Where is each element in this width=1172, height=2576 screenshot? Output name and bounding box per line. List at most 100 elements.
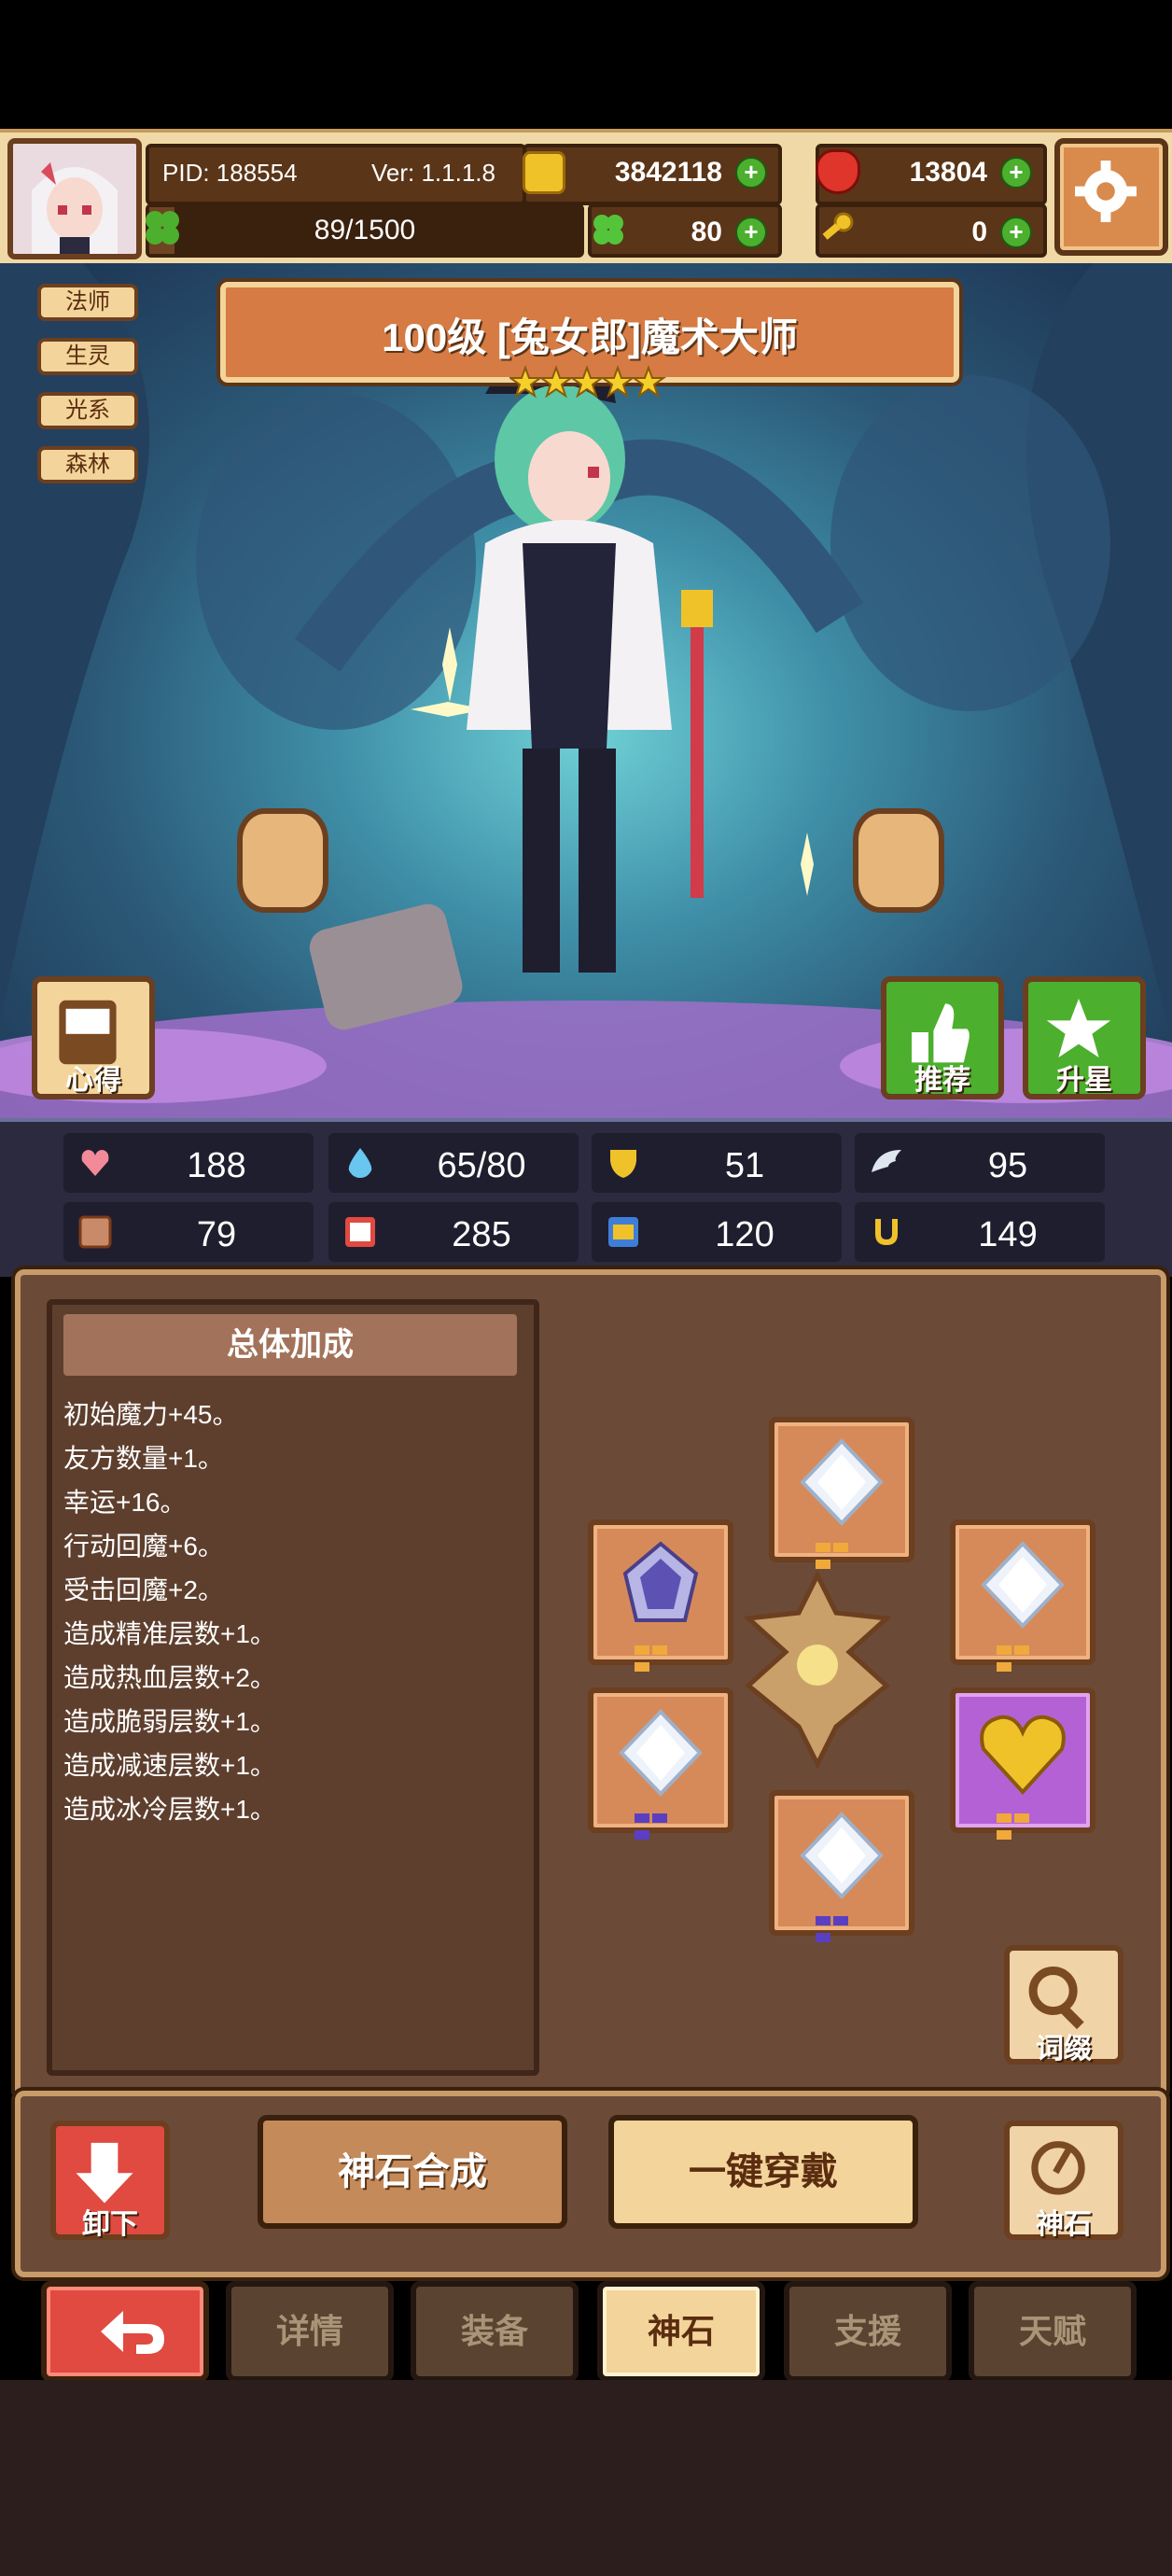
ruby-gem-icon <box>816 149 860 194</box>
tab-divine-stone[interactable]: 神石 <box>597 2281 765 2382</box>
tab-equipment[interactable]: 装备 <box>411 2281 579 2382</box>
version-label: Ver: 1.1.1.8 <box>371 159 495 187</box>
bonus-line: 受击回魔+2。 <box>63 1575 224 1604</box>
amethyst-gem-icon <box>622 1541 699 1622</box>
stat-value: 188 <box>187 1146 246 1185</box>
star-icon <box>509 365 544 399</box>
tab-details[interactable]: 详情 <box>226 2281 394 2382</box>
gem-slot-top[interactable] <box>769 1417 914 1569</box>
key-counter: 0 + <box>816 203 1047 258</box>
add-key-button[interactable]: + <box>1000 217 1032 248</box>
synthesize-button[interactable]: 神石合成 <box>258 2115 567 2229</box>
gold-coin-icon <box>523 151 565 194</box>
gem-value: 13804 <box>909 157 987 188</box>
gem-slot-lower-right[interactable] <box>950 1687 1095 1840</box>
horseshoe-icon <box>875 1219 898 1245</box>
stat-value: 120 <box>715 1215 774 1254</box>
experience-bar: 89/1500 <box>146 203 584 258</box>
stat-strength: 79 <box>63 1202 314 1262</box>
divine-stone-button[interactable]: 神石 <box>1004 2121 1123 2240</box>
player-id: PID: 188554 <box>162 159 298 187</box>
experience-text: 89/1500 <box>314 215 416 245</box>
unequip-button[interactable]: 卸下 <box>50 2121 170 2240</box>
star-icon <box>599 365 636 399</box>
player-avatar[interactable] <box>7 138 142 259</box>
add-gold-button[interactable]: + <box>735 157 767 189</box>
stat-value: 285 <box>452 1215 511 1254</box>
bottom-background <box>0 2380 1172 2576</box>
tag-race: 生灵 <box>37 338 138 375</box>
gem-slot-lower-left[interactable] <box>588 1687 733 1840</box>
gem-slot-upper-left[interactable] <box>588 1519 733 1672</box>
bonus-summary-header: 总体加成 <box>63 1314 517 1376</box>
clover-value: 80 <box>691 217 722 247</box>
bonus-line: 造成减速层数+1。 <box>63 1751 276 1780</box>
stat-luck: 149 <box>855 1202 1105 1262</box>
star-icon <box>568 365 606 399</box>
unequip-label: 卸下 <box>82 2209 138 2240</box>
white-diamond-icon <box>800 1812 884 1899</box>
gem-slot-bottom[interactable] <box>769 1790 914 1942</box>
tab-talent[interactable]: 天赋 <box>969 2281 1137 2382</box>
scroll-icon <box>608 1217 638 1247</box>
recommend-label: 推荐 <box>914 1065 970 1096</box>
player-info-panel: PID: 188554 Ver: 1.1.1.8 <box>146 144 526 205</box>
notes-button[interactable]: 心得 <box>32 976 155 1099</box>
tag-class: 法师 <box>37 284 138 321</box>
bonus-line: 造成热血层数+2。 <box>63 1663 276 1692</box>
bonus-line: 造成精准层数+1。 <box>63 1619 276 1648</box>
star-rating <box>509 365 667 399</box>
bonus-line: 友方数量+1。 <box>63 1444 224 1473</box>
bonus-line: 行动回魔+6。 <box>63 1532 224 1561</box>
white-diamond-icon <box>800 1438 884 1526</box>
rotate-left-button[interactable] <box>237 808 328 913</box>
settings-button[interactable] <box>1054 138 1168 256</box>
stats-panel: 188 65/80 51 95 79 285 120 149 <box>0 1118 1172 1277</box>
recommend-button[interactable]: 推荐 <box>881 976 1004 1099</box>
star-icon <box>630 365 667 399</box>
character-title: 100级 [兔女郎]魔术大师 <box>382 315 798 359</box>
key-value: 0 <box>971 217 987 247</box>
affix-button[interactable]: 词缀 <box>1004 1945 1123 2065</box>
tag-habitat: 森林 <box>37 446 138 483</box>
character-sprite <box>467 329 713 973</box>
equip-all-button[interactable]: 一键穿戴 <box>608 2115 918 2229</box>
add-gem-button[interactable]: + <box>1000 157 1032 189</box>
stat-magic: 285 <box>328 1202 579 1262</box>
divine-stone-label: 神石 <box>1036 2209 1092 2240</box>
avatar-portrait-icon <box>13 144 136 254</box>
heart-icon <box>81 1150 109 1176</box>
water-drop-icon <box>348 1148 372 1178</box>
key-icon <box>822 212 854 240</box>
shield-icon <box>610 1150 636 1178</box>
spellbook-icon <box>345 1217 375 1247</box>
white-diamond-icon <box>981 1541 1065 1629</box>
stat-value: 79 <box>196 1215 237 1254</box>
fist-icon <box>78 1215 112 1249</box>
back-button[interactable] <box>41 2281 209 2382</box>
gear-icon <box>1075 161 1137 222</box>
bonus-line: 初始魔力+45。 <box>63 1400 239 1429</box>
star-up-button[interactable]: 升星 <box>1023 976 1146 1099</box>
bonus-line: 幸运+16。 <box>63 1488 187 1517</box>
stat-value: 149 <box>978 1215 1038 1254</box>
star-up-label: 升星 <box>1056 1065 1112 1096</box>
stat-value: 51 <box>724 1146 765 1185</box>
clover-icon <box>593 215 623 245</box>
tag-element: 光系 <box>37 392 138 429</box>
stat-value: 65/80 <box>437 1146 526 1185</box>
gold-value: 3842118 <box>614 157 722 188</box>
action-panel <box>15 2091 1166 2277</box>
affix-label: 词缀 <box>1036 2034 1092 2065</box>
tab-support[interactable]: 支援 <box>784 2281 952 2382</box>
clover-xp-icon <box>146 211 179 245</box>
rotate-right-button[interactable] <box>853 808 944 913</box>
bonus-line: 造成脆弱层数+1。 <box>63 1707 276 1736</box>
stat-speed: 95 <box>855 1133 1105 1193</box>
wing-icon <box>872 1150 901 1172</box>
gem-slot-upper-right[interactable] <box>950 1519 1095 1672</box>
gem-counter: 13804 + <box>816 144 1047 205</box>
add-clover-button[interactable]: + <box>735 217 767 248</box>
star-icon <box>537 365 575 399</box>
notes-label: 心得 <box>65 1065 121 1096</box>
